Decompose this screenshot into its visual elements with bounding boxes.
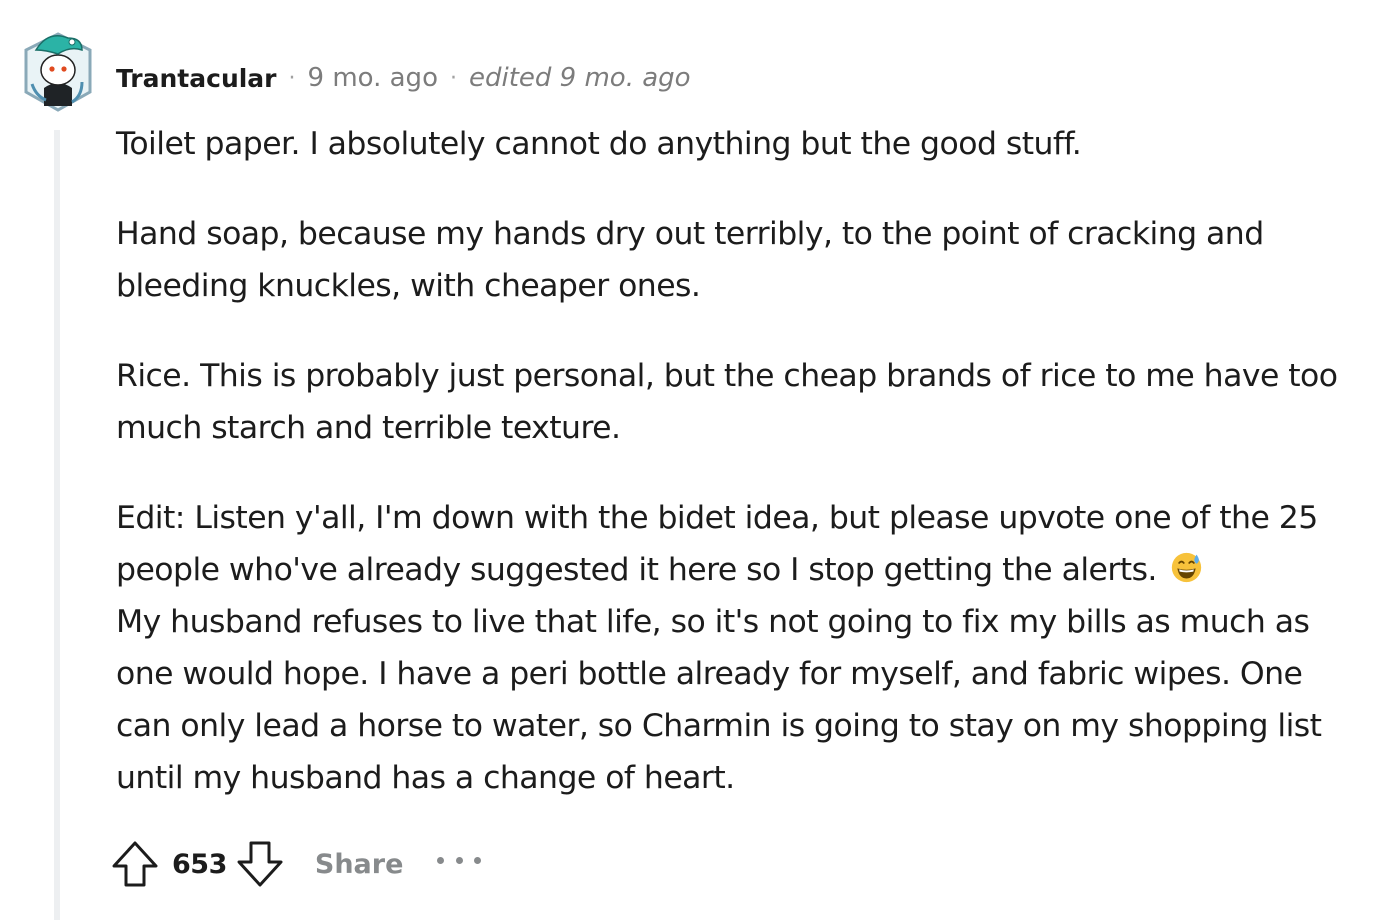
comment-actions: 653 Share xyxy=(108,836,482,892)
vote-score: 653 xyxy=(172,848,227,880)
author-name[interactable]: Trantacular xyxy=(116,64,277,93)
comment-meta: Trantacular · 9 mo. ago · edited 9 mo. a… xyxy=(116,58,691,98)
share-button[interactable]: Share xyxy=(315,849,404,880)
more-dot-icon xyxy=(455,856,463,864)
comment-body: Toilet paper. I absolutely cannot do any… xyxy=(116,118,1366,842)
comment-paragraph: Rice. This is probably just personal, bu… xyxy=(116,358,1338,446)
more-dot-icon xyxy=(437,856,445,864)
avatar[interactable] xyxy=(22,26,94,112)
upvote-arrow-icon xyxy=(112,841,158,887)
edit-text: Edit: Listen y'all, I'm down with the bi… xyxy=(116,500,1318,588)
thread-line[interactable] xyxy=(54,130,60,920)
separator-dot: · xyxy=(449,65,457,91)
downvote-arrow-icon xyxy=(237,841,283,887)
comment-paragraph: Edit: Listen y'all, I'm down with the bi… xyxy=(116,492,1366,804)
comment-paragraph: Hand soap, because my hands dry out terr… xyxy=(116,216,1264,304)
edited-timestamp: edited 9 mo. ago xyxy=(468,63,691,93)
edit-continuation-text: My husband refuses to live that life, so… xyxy=(116,604,1322,796)
downvote-button[interactable] xyxy=(233,837,287,891)
comment-timestamp[interactable]: 9 mo. ago xyxy=(308,63,438,93)
more-dot-icon xyxy=(474,856,482,864)
more-options-button[interactable] xyxy=(437,850,482,870)
separator-dot: · xyxy=(288,65,296,91)
comment-paragraph: Toilet paper. I absolutely cannot do any… xyxy=(116,126,1082,162)
grinning-face-with-sweat-emoji-icon xyxy=(1172,552,1202,583)
snoo-avatar-icon xyxy=(24,32,92,112)
upvote-button[interactable] xyxy=(108,837,162,891)
